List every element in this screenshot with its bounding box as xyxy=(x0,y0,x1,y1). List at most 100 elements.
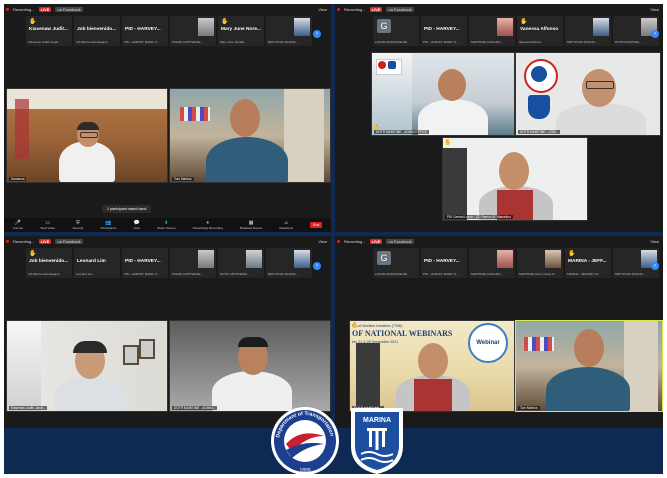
participant-tile[interactable]: G LOUIJE MARJORIE DE... xyxy=(373,248,419,278)
participant-thumbnail xyxy=(198,18,214,36)
webinar-badge: Webinar xyxy=(468,323,508,363)
record-dot-icon xyxy=(6,240,9,243)
record-dot-icon xyxy=(6,8,9,11)
pause-stop-recording-button[interactable]: ⏸ Pause/Stop Recording xyxy=(193,220,223,230)
live-badge: LIVE xyxy=(38,7,52,12)
live-badge: LIVE xyxy=(38,239,52,244)
share-screen-button[interactable]: ⬆ Share Screen xyxy=(157,220,175,230)
next-page-arrow-icon[interactable]: › xyxy=(313,262,321,270)
view-button[interactable]: View xyxy=(650,7,659,12)
facebook-stream-label[interactable]: on Facebook xyxy=(55,239,83,244)
security-button[interactable]: ⛨ Security xyxy=(72,220,83,230)
recording-indicator: Recording... LIVE on Facebook xyxy=(6,239,83,244)
participant-tile[interactable]: Leonard Lim Leonard Lim xyxy=(74,248,120,278)
participant-strip: ✋ Job bienvenido... Job Bienvenido Espano … xyxy=(26,248,312,278)
svg-text:MARINA: MARINA xyxy=(363,417,391,424)
participant-tile[interactable]: MRT ROOF ARLING... xyxy=(266,248,312,278)
video-feed: DOTR MARITIME - ADMIN... xyxy=(169,320,331,412)
view-button[interactable]: View xyxy=(318,239,327,244)
raised-hand-icon: ✋ xyxy=(29,19,37,25)
participant-tile[interactable]: MRT ROOF ARLING... xyxy=(266,16,312,46)
participant-strip: ✋ Kiavenaw Judit... Kiavenaw Judith Jandi.… xyxy=(26,16,312,46)
end-meeting-button[interactable]: End xyxy=(310,222,323,228)
reactions-button[interactable]: ☺ Reactions xyxy=(280,220,293,230)
recording-indicator: Recording... LIVE on Facebook xyxy=(6,7,83,12)
participant-thumbnail xyxy=(497,18,513,36)
participant-tile[interactable]: ✋ Kiavenaw Judit... Kiavenaw Judith Jandi.… xyxy=(26,16,72,46)
participant-tile[interactable]: MARITIME Cherry Rose N... xyxy=(517,248,563,278)
zoom-window-top-left: Recording... LIVE on Facebook View ✋ Kiav… xyxy=(4,4,331,232)
video-feed: Tom Marbos xyxy=(169,88,331,183)
participant-tile[interactable]: PID - HARVEY... PID - HARVEY MARIC S... xyxy=(421,248,467,278)
participant-thumbnail xyxy=(294,18,310,36)
zoom-window-bottom-right: Recording... LIVE on Facebook View G LOUI… xyxy=(335,236,663,428)
raised-hand-icon: ✋ xyxy=(520,19,528,25)
zoom-window-bottom-left: Recording... LIVE on Facebook View ✋ Job … xyxy=(4,236,331,428)
unmute-button[interactable]: 🎤 Unmute xyxy=(13,220,24,230)
facebook-stream-label[interactable]: on Facebook xyxy=(386,239,414,244)
recording-indicator: Recording... LIVE on Facebook xyxy=(337,239,414,244)
video-feed: Samansa xyxy=(6,88,168,183)
view-button[interactable]: View xyxy=(650,239,659,244)
marina-logo: MARINA xyxy=(347,406,417,474)
participant-tile[interactable]: DOTR CAPTIVENIE... xyxy=(218,248,264,278)
participants-button[interactable]: 👥 Participants xyxy=(101,220,117,230)
next-page-arrow-icon[interactable]: › xyxy=(313,30,321,38)
video-feed: PID Central Luzon - CD Ramon M. Marcelin… xyxy=(442,137,588,221)
participant-thumbnail xyxy=(294,250,310,268)
participant-tile[interactable]: POMDI CAPTIVENIE... xyxy=(170,16,216,46)
next-page-arrow-icon[interactable]: › xyxy=(651,30,659,38)
participant-tile[interactable]: ✋ Vanessa Alfonso Vanessa Alfonso xyxy=(517,16,563,46)
raised-hand-icon: ✋ xyxy=(221,19,229,25)
participant-tile[interactable]: PID - HARVEY... PID - HARVEY MARIC S... xyxy=(122,248,168,278)
next-page-arrow-icon[interactable]: › xyxy=(651,262,659,270)
zoom-window-top-right: Recording... LIVE on Facebook View G LOUI… xyxy=(335,4,663,232)
raised-hand-icon: ✋ xyxy=(373,125,381,131)
view-button[interactable]: View xyxy=(318,7,327,12)
svg-text:1899: 1899 xyxy=(299,468,310,474)
participant-tile[interactable]: Job bienvenido... Job Bienvenido Espano xyxy=(74,16,120,46)
facebook-stream-label[interactable]: on Facebook xyxy=(55,7,83,12)
video-feed: tion of Maritime Industries (TOMI) OF NA… xyxy=(349,320,515,412)
raised-hand-icon: ✋ xyxy=(351,323,359,329)
participant-tile[interactable]: ✋ MARINA - JEFF... MARINA - JEFFREY M... xyxy=(565,248,611,278)
participant-thumbnail xyxy=(246,250,262,268)
facebook-stream-label[interactable]: on Facebook xyxy=(386,7,414,12)
participant-tile[interactable]: G LOUIJE MARJORIE DE... xyxy=(373,16,419,46)
chat-button[interactable]: 💬 Chat xyxy=(133,220,139,230)
video-feed: Kiavenaw Judith Jandi... xyxy=(6,320,168,412)
participant-tile[interactable]: ✋ Mary June Nore... Mary June Noralla xyxy=(218,16,264,46)
participant-thumbnail xyxy=(545,250,561,268)
participant-tile[interactable]: POMDI CAPTIVENIE... xyxy=(170,248,216,278)
raised-hand-icon: ✋ xyxy=(444,140,452,146)
raised-hand-icon: ✋ xyxy=(568,251,576,257)
live-badge: LIVE xyxy=(369,239,383,244)
video-feed: DOTR MARITIME - COM... xyxy=(515,52,661,136)
recording-label: Recording... xyxy=(13,7,35,12)
participant-tile[interactable]: PID - HARVEY... PID - HARVEY MARIC S... xyxy=(421,16,467,46)
participant-initial-avatar: G xyxy=(377,251,391,265)
participant-tile[interactable]: MARITIME CHALLEN... xyxy=(469,16,515,46)
participant-tile[interactable]: MARITIME CHALLEN... xyxy=(469,248,515,278)
video-feed: DOTR MARITIME - ADMIN OFFICE xyxy=(371,52,515,136)
start-video-button[interactable]: ▭ Start Video xyxy=(40,220,55,230)
dotr-logo: Department of Transportation 1899 xyxy=(270,406,340,474)
participant-tile[interactable]: ✋ Job bienvenido... Job Bienvenido Espano xyxy=(26,248,72,278)
raised-hand-icon: ✋ xyxy=(29,251,37,257)
webinar-banner-subtitle: tion of Maritime Industries (TOMI) xyxy=(352,324,403,328)
meeting-toolbar: 🎤 Unmute ▭ Start Video ⛨ Security 👥 Particip… xyxy=(4,218,331,232)
collage-frame: Recording... LIVE on Facebook View ✋ Kiav… xyxy=(4,4,663,474)
record-dot-icon xyxy=(337,8,340,11)
participant-thumbnail xyxy=(497,250,513,268)
participant-initial-avatar: G xyxy=(377,19,391,33)
record-dot-icon xyxy=(337,240,340,243)
participant-tile[interactable]: MRT ROOF ARLING... xyxy=(565,16,611,46)
participant-strip: G LOUIJE MARJORIE DE... PID - HARVEY... PI… xyxy=(373,16,659,46)
breakout-rooms-button[interactable]: ▦ Breakout Rooms xyxy=(240,220,262,230)
video-feed-active-speaker: Tom Marbos xyxy=(515,320,663,412)
participant-thumbnail xyxy=(593,18,609,36)
recording-indicator: Recording... LIVE on Facebook xyxy=(337,7,414,12)
raised-hand-notification: 1 participant raised hand xyxy=(102,205,152,213)
live-badge: LIVE xyxy=(369,7,383,12)
participant-tile[interactable]: PID - HARVEY... PID - HARVEY MARIC S... xyxy=(122,16,168,46)
